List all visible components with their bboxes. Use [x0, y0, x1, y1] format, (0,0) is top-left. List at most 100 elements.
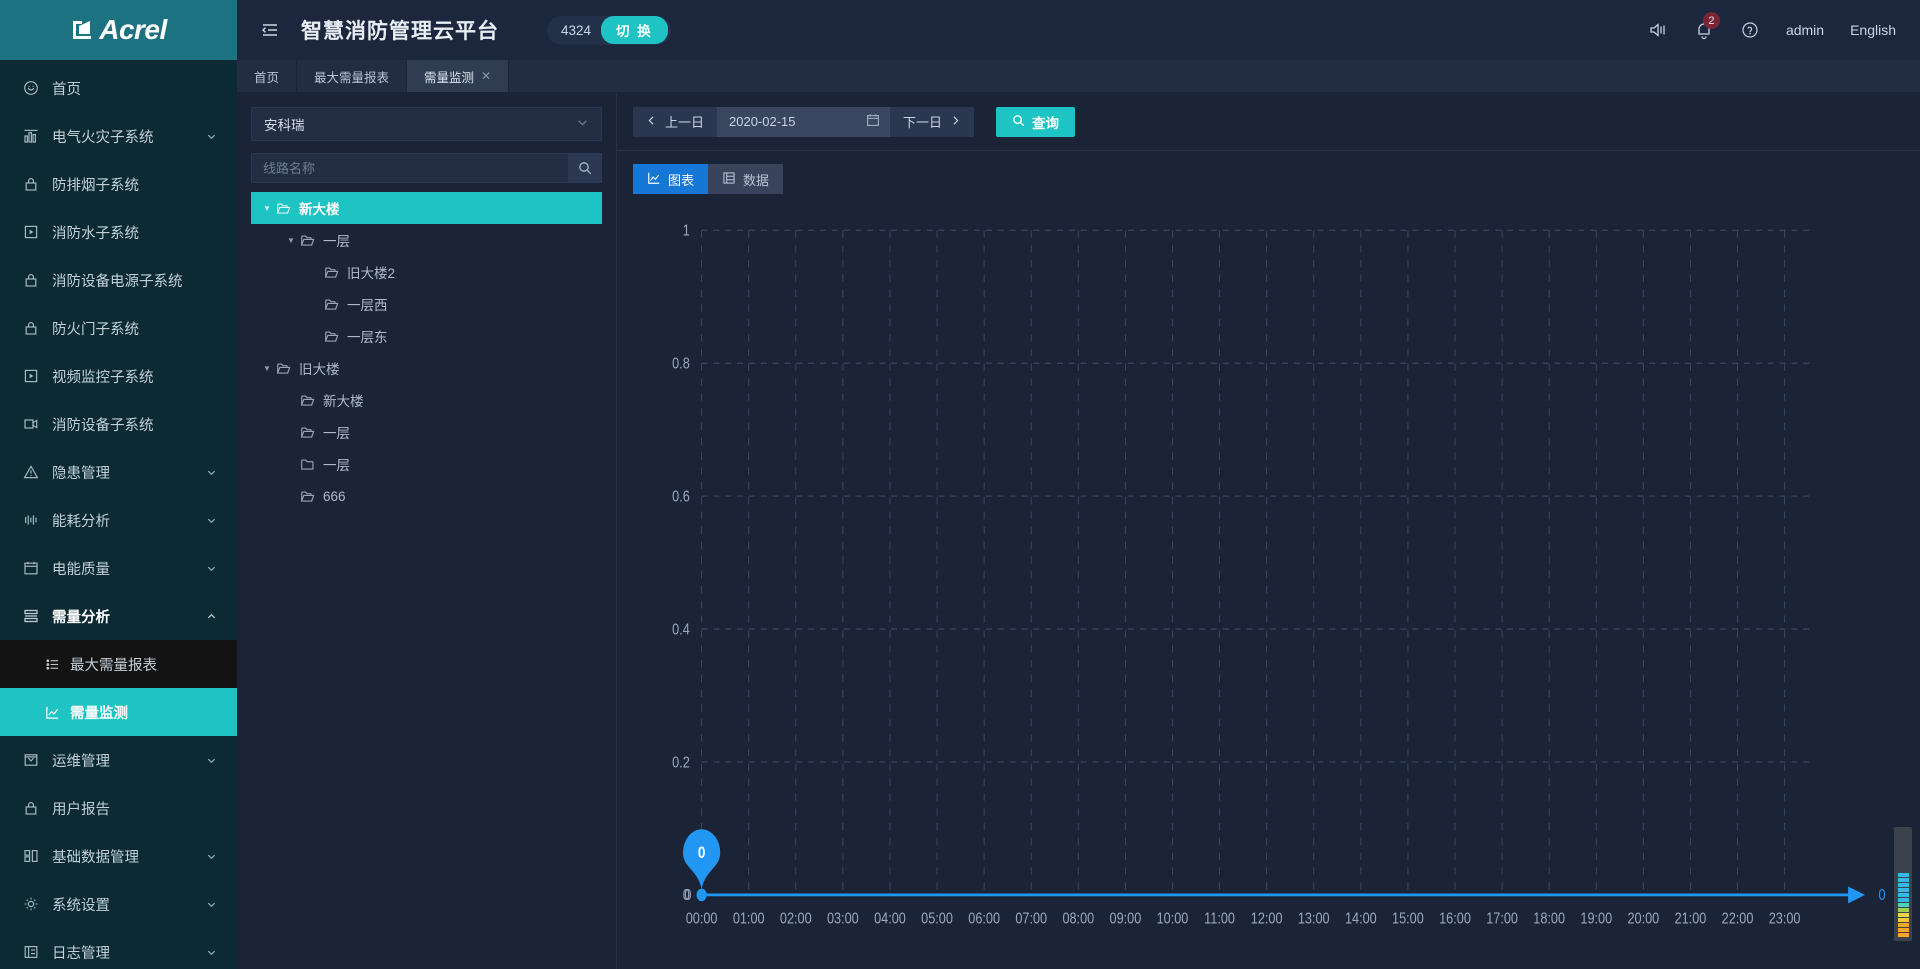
- user-name[interactable]: admin: [1786, 22, 1824, 38]
- visual-map-cell: [1898, 908, 1909, 912]
- sidebar-item-calendar-10[interactable]: 电能质量: [0, 544, 237, 592]
- tab-max-demand-report[interactable]: 最大需量报表: [297, 60, 407, 92]
- sidebar-item-demand-analysis[interactable]: 需量分析: [0, 592, 237, 640]
- page-title: 智慧消防管理云平台: [301, 15, 499, 45]
- sidebar-item-grid-b2[interactable]: 基础数据管理: [0, 832, 237, 880]
- log-icon: [22, 943, 40, 961]
- sidebar-item-play-square-3[interactable]: 消防水子系统: [0, 208, 237, 256]
- tree-node[interactable]: 旧大楼2: [251, 256, 602, 288]
- tab-demand-monitoring[interactable]: 需量监测 ✕: [407, 60, 509, 92]
- date-value: 2020-02-15: [729, 114, 796, 129]
- content: 安科瑞 ▼ 新大楼 ▼: [237, 93, 1920, 969]
- svg-text:20:00: 20:00: [1627, 910, 1659, 928]
- switch-button[interactable]: 切 换: [601, 16, 668, 44]
- chevron-right-icon: [950, 114, 961, 129]
- sidebar-item-video-7[interactable]: 消防设备子系统: [0, 400, 237, 448]
- sidebar-item-log-b4[interactable]: 日志管理: [0, 928, 237, 969]
- sidebar-item-label: 日志管理: [52, 942, 205, 963]
- sidebar-item-home-0[interactable]: 首页: [0, 64, 237, 112]
- demand-chart[interactable]: 10.80.60.40.2000:0001:0002:0003:0004:000…: [617, 207, 1920, 969]
- svg-text:0: 0: [698, 844, 706, 863]
- switch-number: 4324: [561, 23, 591, 38]
- svg-text:21:00: 21:00: [1675, 910, 1707, 928]
- sidebar-item-label: 需量分析: [52, 606, 205, 627]
- sidebar-item-lock-5[interactable]: 防火门子系统: [0, 304, 237, 352]
- visual-map-cell: [1898, 883, 1909, 887]
- tree-node[interactable]: 一层东: [251, 320, 602, 352]
- tree-node-label: 旧大楼: [299, 358, 340, 378]
- sidebar-item-label: 用户报告: [52, 798, 217, 819]
- tree-node-label: 新大楼: [299, 198, 340, 218]
- tree-node[interactable]: 一层: [251, 448, 602, 480]
- segment-chart[interactable]: 图表: [633, 164, 708, 194]
- grid-icon: [22, 847, 40, 865]
- menu-collapse-icon[interactable]: [259, 19, 281, 41]
- next-day-label: 下一日: [903, 112, 942, 131]
- visual-map-cell: [1898, 893, 1909, 897]
- tree-caret-icon[interactable]: ▼: [259, 204, 275, 213]
- next-day-button[interactable]: 下一日: [890, 107, 974, 137]
- tree-caret-icon[interactable]: ▼: [283, 236, 299, 245]
- line-chart-icon: [647, 171, 661, 188]
- sidebar-item-warning-triangle-8[interactable]: 隐患管理: [0, 448, 237, 496]
- question-circle-icon[interactable]: [1740, 20, 1760, 40]
- visual-map-cell: [1898, 928, 1909, 932]
- notification-badge: 2: [1703, 12, 1720, 29]
- sidebar-item-label: 防排烟子系统: [52, 174, 217, 195]
- tab-label: 需量监测: [424, 67, 474, 86]
- visual-map-cell: [1898, 898, 1909, 902]
- tab-home[interactable]: 首页: [237, 60, 297, 92]
- folder-open-icon: [299, 233, 316, 248]
- sidebar-item-signal-9[interactable]: 能耗分析: [0, 496, 237, 544]
- svg-text:14:00: 14:00: [1345, 910, 1377, 928]
- tree-node[interactable]: 一层西: [251, 288, 602, 320]
- sidebar-item-play-square-6[interactable]: 视频监控子系统: [0, 352, 237, 400]
- signal-icon: [22, 511, 40, 529]
- tree-node[interactable]: 一层: [251, 416, 602, 448]
- svg-text:1: 1: [683, 222, 690, 240]
- folder-open-icon: [323, 297, 340, 312]
- close-icon[interactable]: ✕: [481, 69, 491, 83]
- sidebar-item-chart-bar-1[interactable]: 电气火灾子系统: [0, 112, 237, 160]
- svg-text:07:00: 07:00: [1015, 910, 1047, 928]
- sidebar-item-ops-b0[interactable]: 运维管理: [0, 736, 237, 784]
- device-tree: ▼ 新大楼 ▼ 一层 旧大楼2 一层西 一层东 ▼ 旧大楼 新大楼: [251, 192, 602, 512]
- folder-closed-icon: [299, 457, 316, 472]
- sidebar-item-lock-2[interactable]: 防排烟子系统: [0, 160, 237, 208]
- tree-node-label: 一层: [323, 230, 350, 250]
- visual-map-legend[interactable]: [1894, 827, 1912, 941]
- sidebar-item-gear-b3[interactable]: 系统设置: [0, 880, 237, 928]
- sidebar-item-label: 消防设备子系统: [52, 414, 217, 435]
- search-button[interactable]: [568, 153, 602, 183]
- tree-node[interactable]: ▼ 新大楼: [251, 192, 602, 224]
- line-chart-icon: [44, 704, 60, 720]
- svg-text:18:00: 18:00: [1533, 910, 1565, 928]
- search-input[interactable]: [251, 153, 568, 183]
- language-switch[interactable]: English: [1850, 22, 1896, 38]
- demand-chart-svg: 10.80.60.40.2000:0001:0002:0003:0004:000…: [617, 207, 1920, 969]
- org-select[interactable]: 安科瑞: [251, 107, 602, 141]
- tree-node[interactable]: ▼ 一层: [251, 224, 602, 256]
- prev-day-button[interactable]: 上一日: [633, 107, 717, 137]
- svg-text:0: 0: [1879, 887, 1886, 905]
- topbar-actions: 2 admin English: [1648, 20, 1896, 40]
- visual-map-cell: [1898, 918, 1909, 922]
- sidebar-item-lock-b1[interactable]: 用户报告: [0, 784, 237, 832]
- date-input[interactable]: 2020-02-15: [717, 107, 890, 137]
- query-button[interactable]: 查询: [996, 107, 1075, 137]
- brand-logo[interactable]: Acrel: [0, 0, 237, 60]
- sidebar-subitem-max-demand-report[interactable]: 最大需量报表: [0, 640, 237, 688]
- speaker-icon[interactable]: [1648, 20, 1668, 40]
- tree-node[interactable]: 666: [251, 480, 602, 512]
- sidebar-subitem-demand-monitoring[interactable]: 需量监测: [0, 688, 237, 736]
- svg-text:06:00: 06:00: [968, 910, 1000, 928]
- svg-text:03:00: 03:00: [827, 910, 859, 928]
- sidebar-menu: 首页 电气火灾子系统 防排烟子系统 消防水子系统 消防设备电源子系统: [0, 60, 237, 969]
- visual-map-cell: [1898, 903, 1909, 907]
- tree-node[interactable]: 新大楼: [251, 384, 602, 416]
- tree-caret-icon[interactable]: ▼: [259, 364, 275, 373]
- bell-icon[interactable]: 2: [1694, 20, 1714, 40]
- segment-data[interactable]: 数据: [708, 164, 783, 194]
- sidebar-item-lock-4[interactable]: 消防设备电源子系统: [0, 256, 237, 304]
- tree-node[interactable]: ▼ 旧大楼: [251, 352, 602, 384]
